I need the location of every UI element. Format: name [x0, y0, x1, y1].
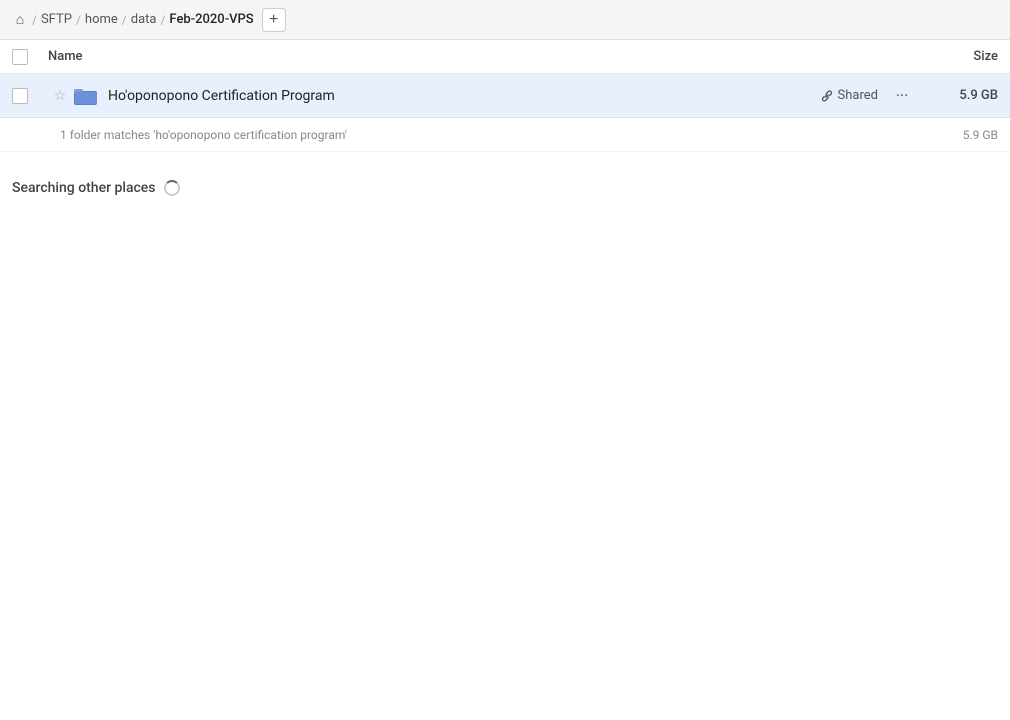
- breadcrumb-bar: ⌂ / SFTP / home / data / Feb-2020-VPS +: [0, 0, 1010, 40]
- match-info-row: 1 folder matches 'ho'oponopono certifica…: [0, 118, 1010, 152]
- loading-spinner: [164, 180, 180, 196]
- breadcrumb-sftp[interactable]: SFTP: [41, 12, 72, 27]
- match-info-size: 5.9 GB: [918, 128, 998, 142]
- shared-badge: Shared: [812, 86, 886, 105]
- header-checkbox-col: [12, 49, 48, 65]
- select-all-checkbox[interactable]: [12, 49, 28, 65]
- breadcrumb-data[interactable]: data: [131, 12, 157, 27]
- row-select-checkbox[interactable]: [12, 88, 28, 104]
- home-icon: ⌂: [12, 12, 28, 28]
- breadcrumb-home[interactable]: ⌂: [12, 12, 28, 28]
- breadcrumb-sep-3: /: [160, 13, 165, 27]
- match-info-text: 1 folder matches 'ho'oponopono certifica…: [60, 128, 918, 142]
- folder-icon: [72, 86, 100, 106]
- breadcrumb-sep-0: /: [32, 13, 37, 27]
- file-name: Ho'oponopono Certification Program: [100, 88, 812, 104]
- add-tab-button[interactable]: +: [262, 8, 286, 32]
- searching-label: Searching other places: [12, 180, 156, 196]
- breadcrumb-feb-2020-vps[interactable]: Feb-2020-VPS: [169, 12, 253, 27]
- star-icon[interactable]: ☆: [48, 88, 72, 104]
- header-name: Name: [48, 49, 918, 64]
- row-checkbox[interactable]: [12, 88, 48, 104]
- link-icon: [820, 89, 834, 103]
- more-options-button[interactable]: ···: [886, 82, 918, 110]
- column-headers: Name Size: [0, 40, 1010, 74]
- breadcrumb-sep-2: /: [122, 13, 127, 27]
- breadcrumb-home-folder[interactable]: home: [85, 12, 118, 27]
- breadcrumb-sep-1: /: [76, 13, 81, 27]
- searching-section: Searching other places: [0, 152, 1010, 204]
- file-row[interactable]: ☆ Ho'oponopono Certification Program Sha…: [0, 74, 1010, 118]
- file-size: 5.9 GB: [918, 88, 998, 103]
- header-size: Size: [918, 49, 998, 64]
